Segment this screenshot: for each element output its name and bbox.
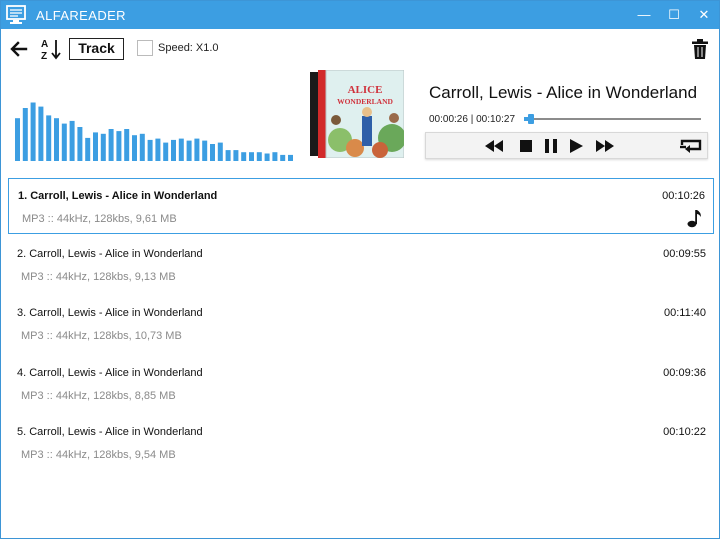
- progress-track: [524, 118, 701, 120]
- spectrum-bar: [93, 132, 98, 161]
- spectrum-bar: [194, 138, 200, 161]
- spectrum-bar: [202, 140, 208, 161]
- spectrum-bar: [288, 154, 293, 161]
- playlist-item[interactable]: 2. Carroll, Lewis - Alice in Wonderland …: [8, 237, 714, 293]
- transport-controls: [425, 132, 708, 159]
- now-playing-title: Carroll, Lewis - Alice in Wonderland: [429, 83, 698, 102]
- track-title: 2. Carroll, Lewis - Alice in Wonderland: [17, 248, 203, 260]
- track-info: MP3 :: 44kHz, 128kbs, 8,85 MB: [21, 390, 176, 402]
- cover-title-line2: WONDERLAND: [337, 97, 393, 106]
- spectrum-bar: [241, 152, 247, 161]
- progress-thumb[interactable]: [528, 114, 535, 124]
- svg-text:Z: Z: [41, 51, 47, 61]
- spectrum-bar: [155, 138, 161, 161]
- track-info: MP3 :: 44kHz, 128kbs, 10,73 MB: [21, 330, 182, 342]
- spectrum-bar: [100, 133, 106, 161]
- spectrum-bar: [30, 102, 36, 161]
- track-duration: 00:11:40: [663, 307, 706, 319]
- spectrum-bar: [77, 127, 83, 161]
- pause-icon[interactable]: [540, 137, 562, 155]
- maximize-button[interactable]: ☐: [659, 1, 689, 29]
- track-info: MP3 :: 44kHz, 128kbs, 9,54 MB: [21, 449, 176, 461]
- spectrum-bar: [280, 154, 286, 161]
- spectrum-bar: [178, 138, 184, 161]
- spectrum-bar: [15, 118, 20, 161]
- stop-icon[interactable]: [515, 137, 537, 155]
- speed-checkbox[interactable]: [137, 40, 153, 56]
- spectrum-bar: [54, 118, 59, 161]
- playlist-item[interactable]: 1. Carroll, Lewis - Alice in Wonderland …: [8, 178, 714, 234]
- spectrum-bar: [210, 144, 215, 161]
- repeat-icon[interactable]: [678, 137, 704, 155]
- spectrum-bar: [116, 131, 122, 161]
- close-button[interactable]: ✕: [689, 1, 719, 29]
- track-duration: 00:09:36: [663, 367, 706, 379]
- track-title: 1. Carroll, Lewis - Alice in Wonderland: [18, 190, 218, 202]
- app-logo-icon: [6, 5, 26, 24]
- spectrum-bar: [61, 123, 67, 161]
- track-title: 3. Carroll, Lewis - Alice in Wonderland: [17, 307, 203, 319]
- spectrum-bar: [139, 133, 145, 161]
- sort-a-z-icon[interactable]: A Z: [39, 37, 65, 61]
- spectrum-bar: [46, 115, 52, 161]
- track-info: MP3 :: 44kHz, 128kbs, 9,13 MB: [21, 271, 176, 283]
- spectrum-bar: [85, 137, 91, 161]
- time-readout: 00:00:26 | 00:10:27: [429, 114, 516, 125]
- spectrum-bar: [217, 142, 223, 161]
- app-window: ALFAREADER — ☐ ✕ A Z Track Speed: X1.0 A…: [0, 0, 720, 539]
- rewind-icon[interactable]: [483, 137, 505, 155]
- spectrum-bar: [256, 152, 262, 161]
- spectrum-bar: [264, 153, 270, 161]
- spectrum-bar: [163, 142, 169, 161]
- playlist-item[interactable]: 4. Carroll, Lewis - Alice in Wonderland …: [8, 356, 714, 412]
- spectrum-bar: [108, 129, 114, 161]
- minimize-button[interactable]: —: [629, 1, 659, 29]
- track-duration: 00:09:55: [663, 248, 706, 260]
- spectrum-bar: [69, 120, 75, 161]
- track-info: MP3 :: 44kHz, 128kbs, 9,61 MB: [22, 213, 177, 225]
- svg-text:A: A: [41, 39, 48, 50]
- spectrum-bar: [233, 150, 239, 161]
- spectrum-bar: [132, 135, 137, 161]
- spectrum-bar: [124, 129, 130, 161]
- track-button[interactable]: Track: [69, 38, 124, 60]
- track-duration: 00:10:26: [662, 190, 705, 202]
- spectrum-bar: [225, 150, 231, 161]
- playlist-item[interactable]: 5. Carroll, Lewis - Alice in Wonderland …: [8, 415, 714, 471]
- audio-spectrum-visualizer: [15, 102, 293, 161]
- play-icon[interactable]: [565, 137, 587, 155]
- track-title: 5. Carroll, Lewis - Alice in Wonderland: [17, 426, 203, 438]
- spectrum-bar: [147, 139, 153, 161]
- spectrum-bar: [186, 140, 192, 161]
- fast-forward-icon[interactable]: [594, 137, 616, 155]
- trash-icon[interactable]: [691, 38, 709, 60]
- spectrum-bar: [272, 152, 278, 161]
- title-bar: ALFAREADER — ☐ ✕: [1, 1, 719, 29]
- album-cover: ALICE WONDERLAND: [310, 70, 404, 158]
- arrow-left-icon[interactable]: [9, 39, 29, 59]
- speed-label: Speed: X1.0: [158, 42, 219, 54]
- playlist-item[interactable]: 3. Carroll, Lewis - Alice in Wonderland …: [8, 296, 714, 352]
- track-title: 4. Carroll, Lewis - Alice in Wonderland: [17, 367, 203, 379]
- spectrum-bar: [171, 139, 176, 161]
- toolbar: A Z Track Speed: X1.0: [1, 35, 719, 63]
- track-duration: 00:10:22: [663, 426, 706, 438]
- spectrum-bar: [38, 106, 44, 161]
- cover-title-line1: ALICE: [348, 84, 383, 96]
- music-note-icon: [687, 210, 701, 228]
- playback-progress-slider[interactable]: [524, 111, 701, 127]
- spectrum-bar: [22, 108, 28, 161]
- spectrum-bar: [249, 152, 254, 161]
- window-title: ALFAREADER: [36, 8, 126, 23]
